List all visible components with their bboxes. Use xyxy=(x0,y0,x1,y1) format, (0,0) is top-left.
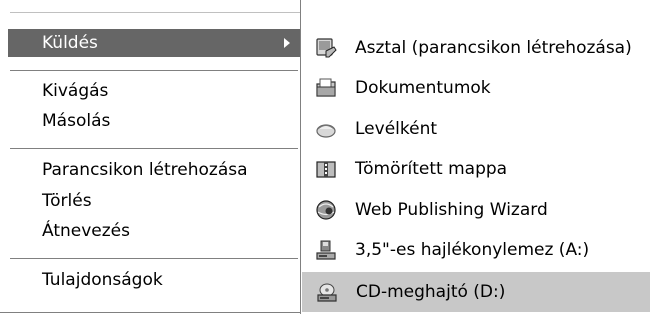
send-to-documents[interactable]: Dokumentumok xyxy=(301,68,650,108)
cd-drive-icon xyxy=(317,283,337,302)
menu-item-label: Tulajdonságok xyxy=(42,270,163,290)
submenu-item-label: Dokumentumok xyxy=(355,78,491,98)
submenu-item-label: Tömörített mappa xyxy=(355,159,508,179)
submenu-item-label: Levélként xyxy=(355,119,438,139)
send-to-floppy-drive[interactable]: 3,5"-es hajlékonylemez (A:) xyxy=(301,230,650,270)
send-to-web-publishing-wizard[interactable]: Web Publishing Wizard xyxy=(301,190,650,230)
menu-item-rename[interactable]: Átnevezés xyxy=(0,217,300,245)
web-publishing-icon xyxy=(316,200,336,220)
zip-folder-icon xyxy=(316,161,336,178)
menu-item-label: Kivágás xyxy=(42,81,109,101)
submenu-item-label: CD-meghajtó (D:) xyxy=(356,282,506,302)
menu-item-label: Küldés xyxy=(42,33,98,53)
menu-item-label: Másolás xyxy=(42,111,111,131)
menu-item-label: Törlés xyxy=(42,191,92,211)
send-to-mail[interactable]: Levélként xyxy=(301,109,650,149)
submenu-item-label: Web Publishing Wizard xyxy=(355,200,548,220)
menu-separator xyxy=(10,70,298,71)
menu-item-properties[interactable]: Tulajdonságok xyxy=(0,266,300,294)
menu-item-send-to[interactable]: Küldés xyxy=(8,29,300,57)
submenu-item-label: 3,5"-es hajlékonylemez (A:) xyxy=(355,240,590,260)
menu-item-label: Parancsikon létrehozása xyxy=(42,160,248,180)
menu-item-copy[interactable]: Másolás xyxy=(0,107,300,135)
submenu-item-label: Asztal (parancsikon létrehozása) xyxy=(355,38,632,58)
menu-item-create-shortcut[interactable]: Parancsikon létrehozása xyxy=(0,156,300,184)
context-menu: Küldés Kivágás Másolás Parancsikon létre… xyxy=(0,0,302,313)
send-to-compressed-folder[interactable]: Tömörített mappa xyxy=(301,149,650,189)
send-to-desktop[interactable]: Asztal (parancsikon létrehozása) xyxy=(301,28,650,68)
floppy-drive-icon xyxy=(316,240,336,260)
documents-folder-icon xyxy=(316,78,336,97)
submenu-arrow-icon xyxy=(284,38,290,48)
send-to-submenu: Asztal (parancsikon létrehozása) Dokumen… xyxy=(300,0,650,314)
menu-divider xyxy=(10,12,300,13)
menu-item-cut[interactable]: Kivágás xyxy=(0,77,300,105)
send-to-cd-drive[interactable]: CD-meghajtó (D:) xyxy=(302,272,650,312)
desktop-icon xyxy=(316,38,337,58)
menu-separator xyxy=(10,258,298,259)
menu-separator xyxy=(10,148,298,149)
mail-icon xyxy=(316,124,336,138)
menu-item-delete[interactable]: Törlés xyxy=(0,187,300,215)
menu-item-label: Átnevezés xyxy=(42,221,130,241)
